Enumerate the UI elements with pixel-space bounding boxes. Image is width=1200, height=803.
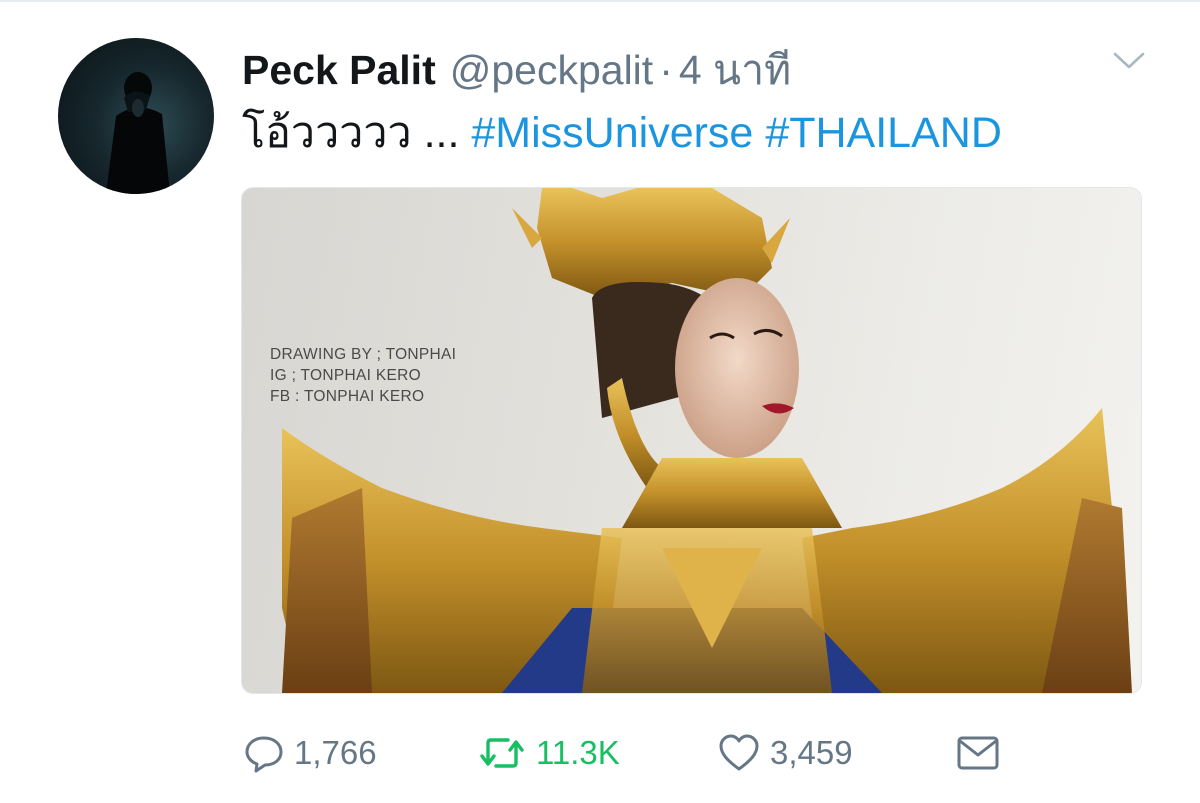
tweet-media-image[interactable]: DRAWING BY ; TONPHAI IG ; TONPHAI KERO F… [241, 187, 1142, 694]
envelope-icon [957, 736, 999, 770]
reply-bubble-icon [245, 736, 283, 773]
retweet-button[interactable]: 11.3K [478, 730, 620, 776]
tweet-text: โอ้ววววว ... #MissUniverse #THAILAND [242, 98, 1002, 166]
avatar-silhouette [106, 72, 170, 194]
tweet-header: Peck Palit @peckpalit · 4 นาที [242, 38, 791, 93]
heart-icon [719, 734, 759, 771]
timestamp[interactable]: 4 นาที [679, 38, 791, 103]
hashtag-link[interactable]: #MissUniverse [471, 109, 753, 157]
tweet-menu-button[interactable] [1112, 50, 1146, 72]
artist-credit: DRAWING BY ; TONPHAI IG ; TONPHAI KERO F… [270, 344, 456, 407]
tweet-actions: 1,766 11.3K 3,459 [242, 730, 1142, 776]
chevron-down-icon [1113, 52, 1145, 69]
retweet-icon [480, 738, 524, 768]
top-divider [0, 0, 1200, 2]
separator-dot: · [659, 47, 673, 93]
retweet-count: 11.3K [536, 734, 620, 771]
author-name[interactable]: Peck Palit [242, 47, 436, 94]
avatar[interactable] [58, 38, 214, 194]
direct-message-button[interactable] [956, 730, 1000, 776]
author-handle[interactable]: @peckpalit [450, 47, 653, 94]
hashtag-link[interactable]: #THAILAND [765, 109, 1002, 157]
costume-illustration [282, 188, 1132, 693]
credit-line: IG ; TONPHAI KERO [270, 367, 421, 384]
like-count: 3,459 [770, 734, 853, 771]
reply-count: 1,766 [294, 734, 377, 771]
like-button[interactable]: 3,459 [718, 730, 853, 776]
reply-button[interactable]: 1,766 [244, 730, 377, 776]
tweet-text-body: โอ้ววววว ... [242, 109, 472, 157]
credit-line: FB : TONPHAI KERO [270, 388, 425, 405]
credit-line: DRAWING BY ; TONPHAI [270, 346, 457, 363]
